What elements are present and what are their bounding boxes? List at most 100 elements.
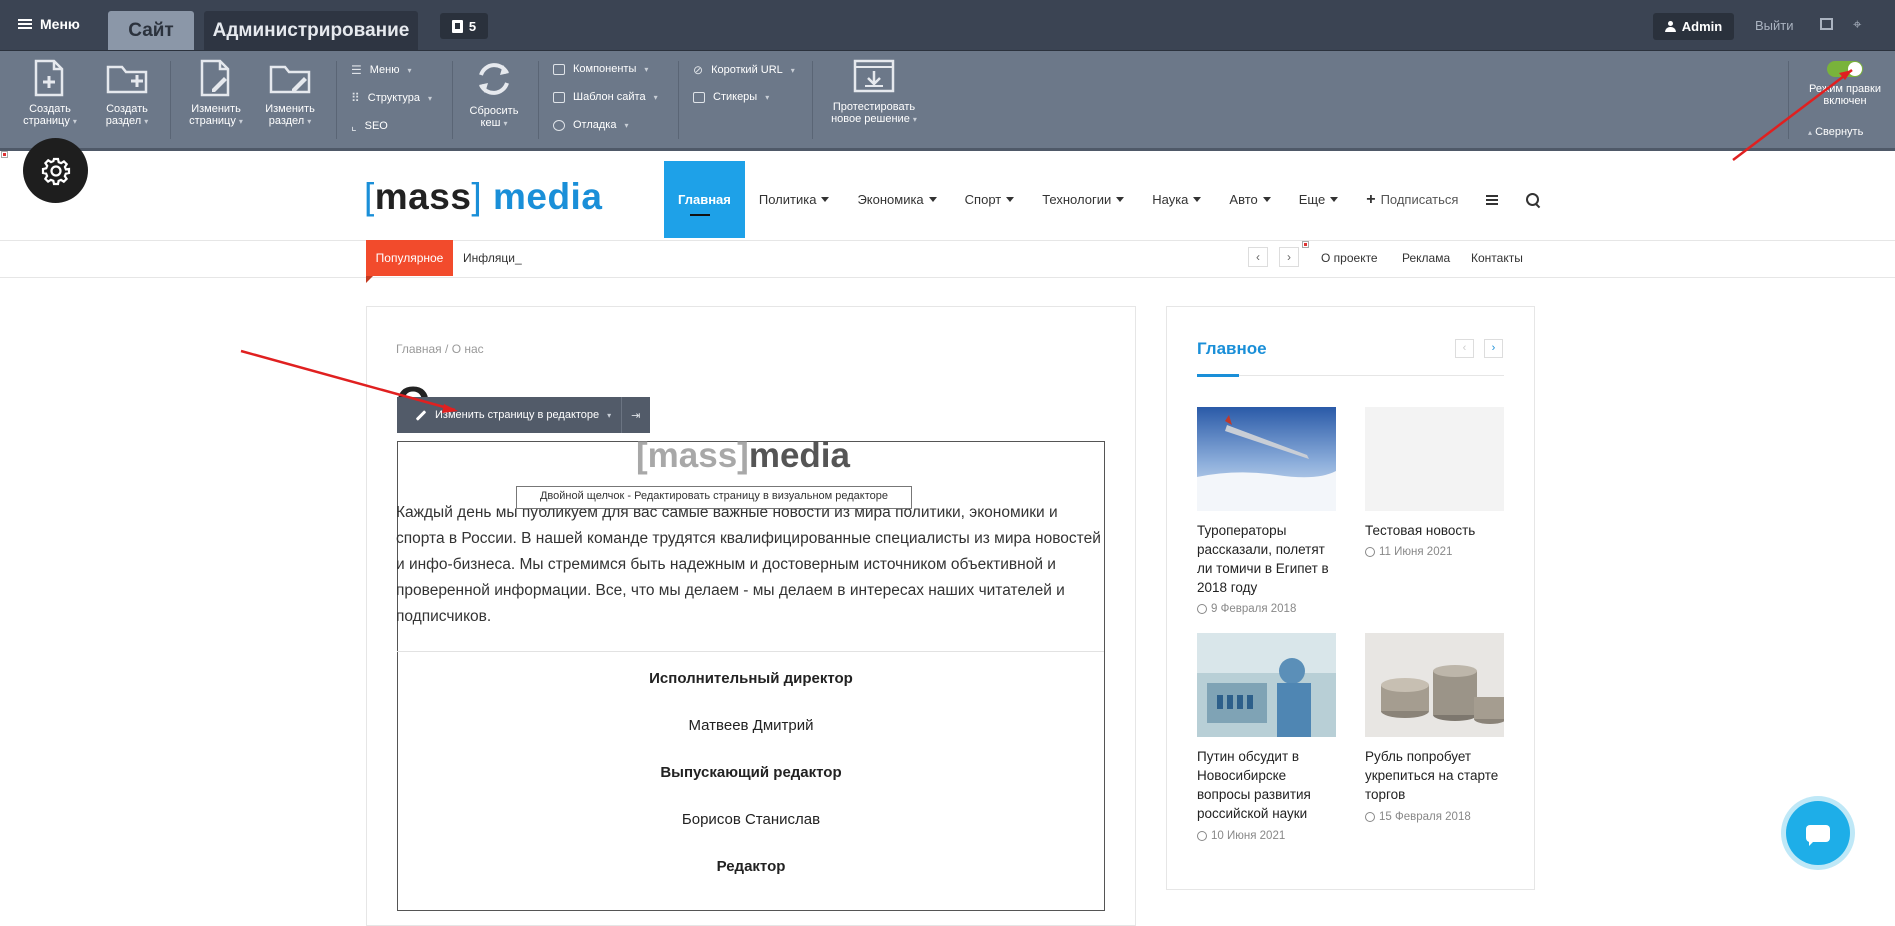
nav-item-science[interactable]: Наука xyxy=(1138,161,1215,238)
debug-item[interactable]: Отладка ▾ xyxy=(553,119,629,131)
tab-site[interactable]: Сайт xyxy=(108,11,194,50)
components-item-label: Компоненты xyxy=(573,63,637,75)
toolbar-separator xyxy=(678,61,679,139)
nav-item-politics[interactable]: Политика xyxy=(745,161,844,238)
create-page-icon xyxy=(34,59,64,97)
ticker-next-button[interactable]: › xyxy=(1279,247,1299,267)
nav-item-economy[interactable]: Экономика xyxy=(843,161,950,238)
news-image-laboratory[interactable] xyxy=(1197,633,1336,737)
toolbar-separator xyxy=(336,61,337,139)
settings-gear-button[interactable] xyxy=(23,138,88,203)
notifications-button[interactable]: 5 xyxy=(440,13,488,39)
edit-mode-toggle[interactable]: Режим правки включен xyxy=(1805,61,1885,107)
stickers-item[interactable]: Стикеры ▾ xyxy=(693,91,769,103)
tab-administration[interactable]: Администрирование xyxy=(204,11,418,50)
user-icon xyxy=(1664,21,1676,32)
collapse-label: Свернуть xyxy=(1815,126,1864,138)
news-image-placeholder[interactable] xyxy=(1365,407,1504,511)
components-icon xyxy=(553,63,565,75)
window-icon[interactable] xyxy=(1820,18,1833,30)
create-section-button[interactable]: Создать раздел ▾ xyxy=(95,59,159,128)
edit-marker-icon[interactable] xyxy=(1302,241,1309,248)
top-link-contacts[interactable]: Контакты xyxy=(1471,251,1523,265)
create-page-button[interactable]: Создать страницу ▾ xyxy=(18,59,82,128)
admin-top-bar: Меню Сайт Администрирование 5 Admin Выйт… xyxy=(0,0,1895,51)
breadcrumb-home[interactable]: Главная xyxy=(396,342,442,356)
site-logo[interactable]: [mass] media xyxy=(364,176,602,218)
nav-item-label: Наука xyxy=(1152,192,1189,207)
admin-menu-button[interactable]: Меню xyxy=(18,16,80,32)
news-ticker[interactable]: Инфляци_ xyxy=(463,251,522,265)
chat-button[interactable] xyxy=(1786,801,1850,865)
pin-icon[interactable]: ⌖ xyxy=(1853,16,1861,33)
edit-page-button[interactable]: Изменить страницу ▾ xyxy=(184,59,248,128)
nav-item-auto[interactable]: Авто xyxy=(1215,161,1284,238)
news-date-label: 10 Июня 2021 xyxy=(1211,830,1286,842)
sub-bar xyxy=(0,240,1895,278)
edit-marker-icon[interactable] xyxy=(1,151,8,158)
nav-item-sport[interactable]: Спорт xyxy=(951,161,1029,238)
sidebar-prev-button[interactable]: ‹ xyxy=(1455,339,1474,358)
news-title[interactable]: Тестовая новость xyxy=(1365,521,1505,540)
caret-down-icon xyxy=(1193,197,1202,202)
news-image-airplane[interactable] xyxy=(1197,407,1336,511)
nav-menu-button[interactable] xyxy=(1472,161,1512,238)
nav-item-home[interactable]: Главная xyxy=(664,161,745,238)
top-link-about[interactable]: О проекте xyxy=(1321,251,1378,265)
nav-item-label: Спорт xyxy=(964,192,1002,207)
sticker-icon xyxy=(693,91,705,103)
nav-item-technology[interactable]: Технологии xyxy=(1028,161,1138,238)
subscribe-link[interactable]: + Подписаться xyxy=(1352,161,1472,238)
clear-cache-button[interactable]: Сбросить кеш ▾ xyxy=(462,59,526,130)
search-button[interactable] xyxy=(1512,161,1553,238)
staff-name: Борисов Станислав xyxy=(681,811,821,828)
toolbar-separator xyxy=(538,61,539,139)
grid-icon: ⠿ xyxy=(351,91,360,105)
caret-down-icon xyxy=(821,197,830,202)
admin-menu-label: Меню xyxy=(40,16,80,32)
create-section-label-2: раздел xyxy=(105,115,142,127)
caret-down-icon xyxy=(1330,197,1339,202)
news-title[interactable]: Путин обсудит в Новосибирске вопросы раз… xyxy=(1197,747,1337,823)
edit-section-button[interactable]: Изменить раздел ▾ xyxy=(258,59,322,128)
site-template-item[interactable]: Шаблон сайта ▾ xyxy=(553,91,658,103)
menu-item[interactable]: ☰ Меню ▾ xyxy=(351,63,412,77)
edit-mode-label-1: Режим правки xyxy=(1809,83,1881,95)
test-solution-button[interactable]: Протестировать новое решение ▾ xyxy=(828,59,920,126)
news-title[interactable]: Туроператоры рассказали, полетят ли томи… xyxy=(1197,521,1337,597)
main-nav: Главная Политика Экономика Спорт Техноло… xyxy=(664,161,1553,238)
collapse-button[interactable]: ▴ Свернуть xyxy=(1808,126,1863,138)
short-url-item[interactable]: ⊘ Короткий URL ▾ xyxy=(693,63,795,77)
nav-item-more[interactable]: Еще xyxy=(1285,161,1352,238)
news-image-coins[interactable] xyxy=(1365,633,1504,737)
news-title[interactable]: Рубль попробует укрепиться на старте тор… xyxy=(1365,747,1505,804)
top-link-ads[interactable]: Реклама xyxy=(1402,251,1450,265)
user-button[interactable]: Admin xyxy=(1653,13,1734,40)
toggle-switch[interactable] xyxy=(1827,61,1863,77)
components-item[interactable]: Компоненты ▾ xyxy=(553,63,648,75)
clock-icon xyxy=(1197,604,1207,614)
nav-item-label: Политика xyxy=(758,192,817,207)
toolbar-separator xyxy=(812,61,813,139)
about-text: Каждый день мы публикуем для вас самые в… xyxy=(396,504,1101,625)
edit-in-editor-button[interactable]: Изменить страницу в редакторе ▾ xyxy=(397,397,623,433)
plus-icon: + xyxy=(1366,190,1376,208)
news-date: 15 Февраля 2018 xyxy=(1365,811,1471,823)
expand-icon[interactable]: ⇥ xyxy=(622,409,649,422)
logout-link[interactable]: Выйти xyxy=(1755,18,1794,33)
seo-item[interactable]: ⌞ SEO xyxy=(351,119,388,133)
site-template-item-label: Шаблон сайта xyxy=(573,91,646,103)
popular-tag[interactable]: Популярное xyxy=(366,240,453,283)
search-icon xyxy=(1526,193,1540,206)
structure-item[interactable]: ⠿ Структура ▾ xyxy=(351,91,432,105)
caret-down-icon xyxy=(928,197,937,202)
clear-cache-label-1: Сбросить xyxy=(469,105,519,117)
menu-item-label: Меню xyxy=(369,64,400,76)
create-page-label-1: Создать xyxy=(29,103,71,115)
ticker-prev-button[interactable]: ‹ xyxy=(1248,247,1268,267)
list-icon: ☰ xyxy=(351,63,362,77)
staff-name: Матвеев Дмитрий xyxy=(688,717,814,734)
sidebar-title-underline xyxy=(1197,374,1504,377)
sidebar-next-button[interactable]: › xyxy=(1484,339,1503,358)
logo-media: media xyxy=(492,176,603,217)
